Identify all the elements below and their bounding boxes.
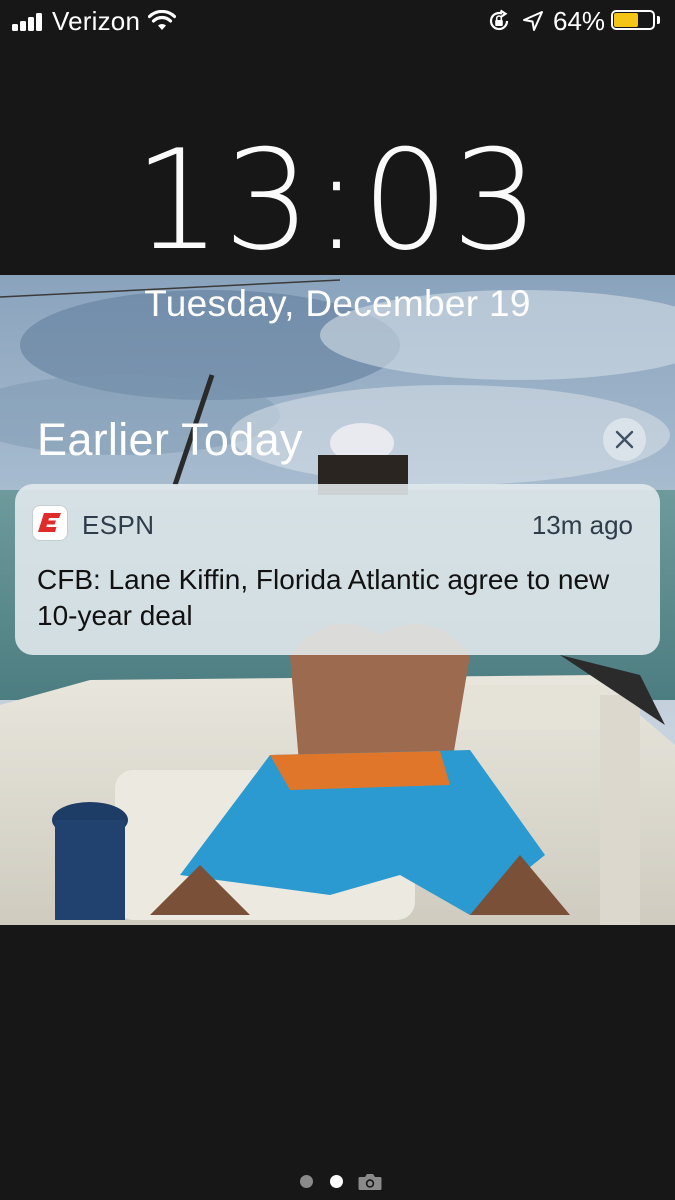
carrier-name: Verizon — [52, 6, 141, 36]
notification-card[interactable]: ESPN 13m ago CFB: Lane Kiffin, Florida A… — [15, 484, 660, 655]
signal-icon — [12, 13, 46, 31]
rotation-lock-icon — [489, 9, 509, 31]
notification-timestamp: 13m ago — [531, 510, 633, 540]
notification-message: CFB: Lane Kiffin, Florida Atlantic agree… — [37, 564, 610, 631]
clock-time: 13:03 — [133, 120, 542, 281]
page-indicator — [300, 1173, 390, 1191]
status-bar: Verizon 64% — [0, 0, 675, 44]
notification-group-title: Earlier Today — [37, 414, 303, 465]
notification-app-name: ESPN — [82, 510, 155, 540]
battery-percentage: 64% — [553, 6, 606, 36]
wifi-icon — [148, 10, 176, 30]
lock-screen-date: Tuesday, December 19 — [144, 283, 531, 324]
clear-notifications-button[interactable] — [603, 418, 646, 461]
close-icon — [615, 430, 634, 449]
page-dot-1 — [300, 1175, 313, 1188]
espn-logo-icon — [33, 506, 67, 540]
lock-screen: Verizon 64% 13:03 Tuesday, December 19 E… — [0, 0, 675, 1200]
location-arrow-icon — [523, 11, 543, 31]
lock-screen-clock: 13:03 — [0, 126, 675, 276]
page-dot-2 — [330, 1175, 343, 1188]
camera-icon[interactable] — [358, 1173, 382, 1191]
battery-icon — [611, 10, 661, 32]
